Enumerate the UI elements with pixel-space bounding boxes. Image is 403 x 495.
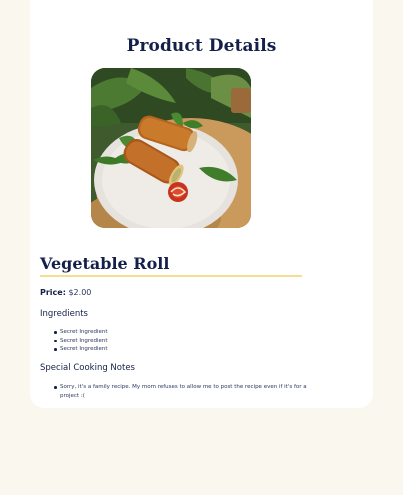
cooking-notes-list: Sorry, it's a family recipe. My mom refu… bbox=[54, 383, 310, 400]
cooking-notes-heading: Special Cooking Notes bbox=[40, 363, 135, 373]
ingredients-list: Secret Ingredient Secret Ingredient Secr… bbox=[54, 328, 108, 354]
page-title: Product Details bbox=[126, 36, 277, 56]
product-image bbox=[91, 68, 251, 228]
list-item: Secret Ingredient bbox=[54, 346, 108, 352]
list-item: Sorry, it's a family recipe. My mom refu… bbox=[54, 383, 310, 400]
price-value: $2.00 bbox=[68, 288, 92, 297]
price-row: Price: $2.00 bbox=[40, 288, 91, 297]
list-item: Secret Ingredient bbox=[54, 329, 108, 335]
price-label: Price: bbox=[40, 288, 66, 297]
list-item: Secret Ingredient bbox=[54, 337, 108, 344]
product-name: Vegetable Roll bbox=[40, 254, 302, 277]
ingredients-heading: Ingredients bbox=[40, 309, 88, 319]
